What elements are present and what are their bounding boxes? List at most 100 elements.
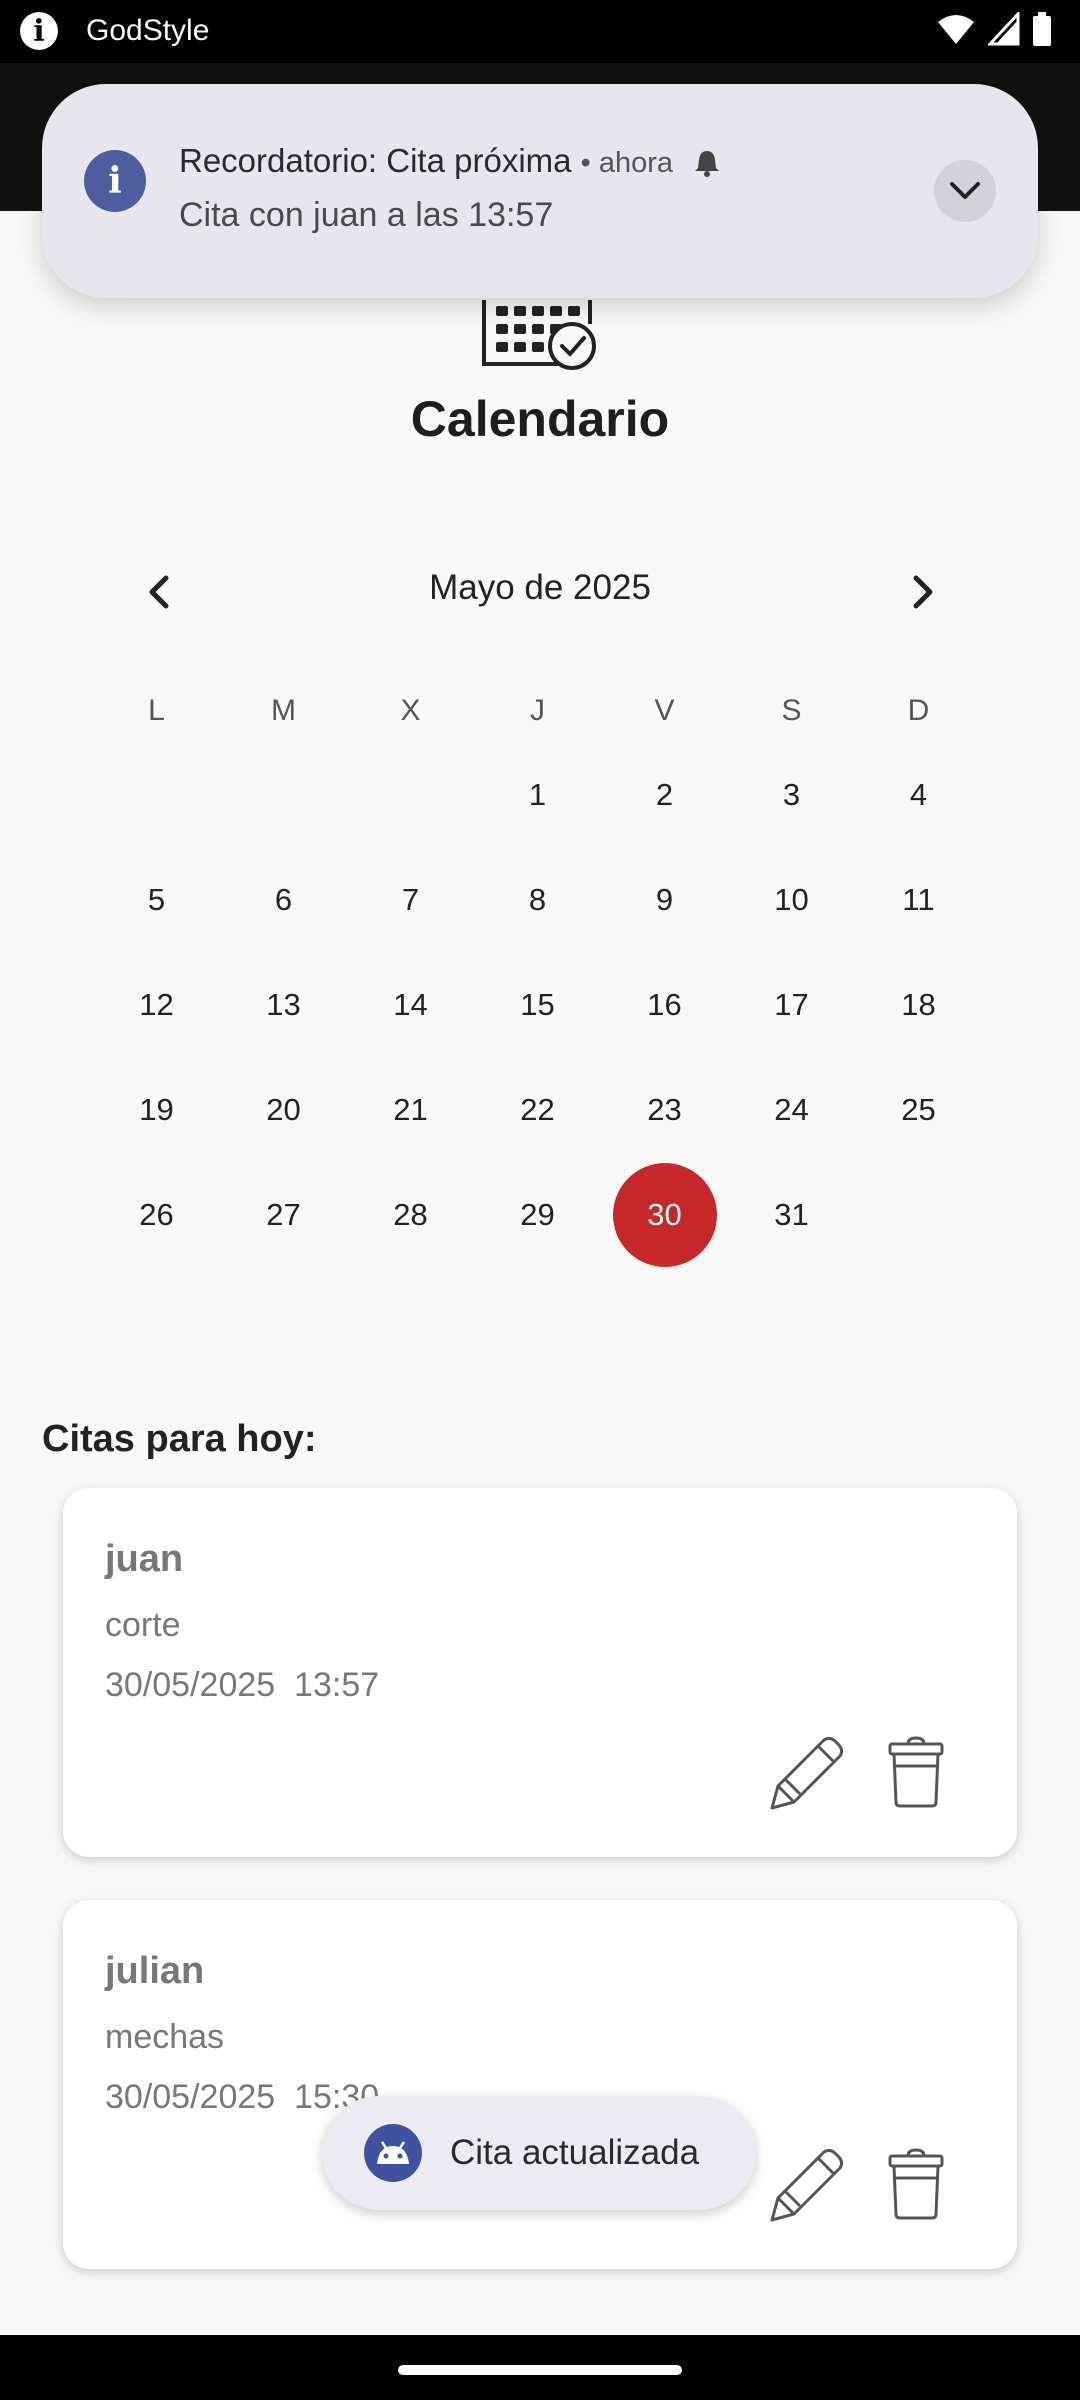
calendar-day[interactable]: 14 bbox=[347, 952, 474, 1057]
trash-icon[interactable] bbox=[886, 1736, 946, 1808]
weekday-label: V bbox=[654, 694, 675, 727]
calendar-day[interactable]: 26 bbox=[93, 1162, 220, 1267]
calendar-day-label: 9 bbox=[655, 881, 674, 917]
calendar-day-label: 23 bbox=[647, 1091, 682, 1127]
calendar-day-label: 28 bbox=[393, 1196, 428, 1232]
notification-separator: • bbox=[580, 147, 599, 179]
calendar-day-label: 22 bbox=[520, 1091, 555, 1127]
calendar-day-label: 29 bbox=[520, 1196, 555, 1232]
calendar-day[interactable]: 16 bbox=[601, 952, 728, 1057]
appointment-service: corte bbox=[105, 1606, 181, 1644]
calendar-day-label: 25 bbox=[901, 1091, 936, 1127]
home-handle[interactable] bbox=[398, 2365, 682, 2375]
calendar-day-label: 18 bbox=[901, 986, 936, 1022]
calendar-day[interactable]: 31 bbox=[728, 1162, 855, 1267]
calendar-day[interactable]: 12 bbox=[93, 952, 220, 1057]
battery-icon bbox=[1033, 12, 1051, 46]
chevron-right-icon[interactable] bbox=[902, 572, 942, 612]
appointment-service: mechas bbox=[105, 2018, 225, 2056]
weekday-label: M bbox=[271, 694, 296, 727]
calendar-day-label: 4 bbox=[909, 776, 928, 812]
calendar-day[interactable]: 23 bbox=[601, 1057, 728, 1162]
android-icon bbox=[364, 2124, 422, 2182]
calendar-day[interactable]: 11 bbox=[855, 847, 982, 952]
calendar-day[interactable]: 13 bbox=[220, 952, 347, 1057]
signal-icon bbox=[988, 12, 1020, 46]
calendar-day-label: 27 bbox=[266, 1196, 301, 1232]
calendar-day[interactable]: 10 bbox=[728, 847, 855, 952]
status-icons bbox=[936, 12, 1052, 46]
calendar-day-label: 24 bbox=[774, 1091, 809, 1127]
calendar-day[interactable]: 18 bbox=[855, 952, 982, 1057]
notification-title-row: Recordatorio: Cita próxima • ahora bbox=[179, 142, 722, 180]
calendar-day[interactable]: 29 bbox=[474, 1162, 601, 1267]
calendar-day[interactable]: 7 bbox=[347, 847, 474, 952]
info-icon: i bbox=[20, 12, 58, 50]
calendar-day[interactable]: 4 bbox=[855, 742, 982, 847]
calendar-day[interactable]: 9 bbox=[601, 847, 728, 952]
calendar-day-label: 21 bbox=[393, 1091, 428, 1127]
notification-banner[interactable]: i Recordatorio: Cita próxima • ahora Cit… bbox=[42, 84, 1038, 298]
calendar-day-label: 14 bbox=[393, 986, 428, 1022]
wifi-icon bbox=[938, 15, 974, 44]
calendar-day-label: 2 bbox=[655, 776, 674, 812]
calendar-week: 5 6 7 8 9 10 11 bbox=[93, 847, 1080, 952]
appointment-client-name: juan bbox=[105, 1538, 184, 1580]
calendar-day-label: 8 bbox=[528, 881, 547, 917]
calendar-day-label: 11 bbox=[902, 881, 935, 917]
trash-icon[interactable] bbox=[886, 2148, 946, 2220]
page-title: Calendario bbox=[410, 391, 670, 447]
expand-button[interactable] bbox=[934, 160, 996, 222]
calendar-day[interactable]: 5 bbox=[93, 847, 220, 952]
status-bar: i GodStyle bbox=[0, 0, 1080, 63]
calendar-day[interactable]: 22 bbox=[474, 1057, 601, 1162]
system-nav-bar bbox=[0, 2335, 1080, 2400]
weekday-label: J bbox=[530, 694, 545, 727]
calendar-day-label: 19 bbox=[139, 1091, 174, 1127]
calendar-day-label: 5 bbox=[147, 881, 166, 917]
notification-time: ahora bbox=[598, 147, 674, 179]
calendar-day-label: 30 bbox=[612, 1162, 717, 1267]
calendar-day-label: 15 bbox=[520, 986, 555, 1022]
weekday-header: L M X J V S D bbox=[93, 680, 1080, 742]
calendar-week: 19 20 21 22 23 24 25 bbox=[93, 1057, 1080, 1162]
calendar-grid: L M X J V S D 1 2 3 4 5 6 7 8 9 10 11 12… bbox=[93, 680, 1080, 1267]
info-icon: i bbox=[84, 150, 146, 212]
calendar-day[interactable]: 27 bbox=[220, 1162, 347, 1267]
calendar-day[interactable]: 2 bbox=[601, 742, 728, 847]
calendar-day[interactable]: 28 bbox=[347, 1162, 474, 1267]
notification-body: Cita con juan a las 13:57 bbox=[179, 196, 554, 234]
calendar-week: 12 13 14 15 16 17 18 bbox=[93, 952, 1080, 1057]
calendar-day-empty bbox=[220, 742, 347, 847]
pencil-icon[interactable] bbox=[766, 2146, 846, 2226]
calendar-day-label: 13 bbox=[266, 986, 301, 1022]
calendar-day[interactable]: 6 bbox=[220, 847, 347, 952]
calendar-day-empty bbox=[855, 1162, 982, 1267]
calendar-day-label: 16 bbox=[647, 986, 682, 1022]
pencil-icon[interactable] bbox=[766, 1734, 846, 1814]
appointment-datetime: 30/05/2025 15:30 bbox=[105, 2078, 380, 2116]
calendar-day[interactable]: 24 bbox=[728, 1057, 855, 1162]
calendar-day[interactable]: 21 bbox=[347, 1057, 474, 1162]
appointment-datetime: 30/05/2025 13:57 bbox=[105, 1666, 380, 1704]
bell-icon bbox=[695, 151, 720, 178]
toast-text: Cita actualizada bbox=[450, 2133, 700, 2172]
calendar-day[interactable]: 8 bbox=[474, 847, 601, 952]
calendar-day[interactable]: 3 bbox=[728, 742, 855, 847]
weekday-label: S bbox=[781, 694, 802, 727]
calendar-day[interactable]: 25 bbox=[855, 1057, 982, 1162]
calendar-day-selected[interactable]: 30 bbox=[601, 1162, 728, 1267]
calendar-day[interactable]: 15 bbox=[474, 952, 601, 1057]
status-app-name: GodStyle bbox=[86, 14, 210, 47]
weekday-label: X bbox=[400, 694, 421, 727]
toast-message: Cita actualizada bbox=[322, 2096, 756, 2210]
calendar-day[interactable]: 20 bbox=[220, 1057, 347, 1162]
appointment-card[interactable]: juan corte 30/05/2025 13:57 bbox=[63, 1488, 1017, 1857]
calendar-day-empty bbox=[347, 742, 474, 847]
calendar-day-label: 3 bbox=[782, 776, 801, 812]
calendar-day[interactable]: 17 bbox=[728, 952, 855, 1057]
calendar-day[interactable]: 1 bbox=[474, 742, 601, 847]
calendar-day-label: 12 bbox=[139, 986, 174, 1022]
calendar-day[interactable]: 19 bbox=[93, 1057, 220, 1162]
appointment-card[interactable]: julian mechas 30/05/2025 15:30 bbox=[63, 1900, 1017, 2269]
